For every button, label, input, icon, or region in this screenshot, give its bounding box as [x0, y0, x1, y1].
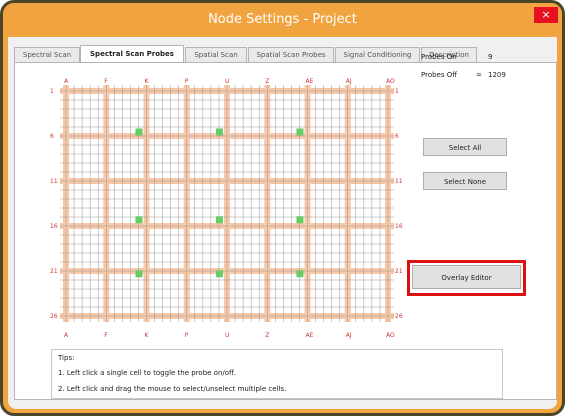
column-label-bottom: K	[145, 332, 150, 339]
tips-heading: Tips:	[58, 354, 75, 362]
column-label-top: P	[185, 78, 189, 85]
row-label-right: 6	[395, 133, 399, 140]
column-label-bottom: U	[225, 332, 229, 339]
row-label-left: 11	[50, 178, 58, 185]
select-all-button[interactable]: Select All	[423, 138, 507, 156]
overlay-editor-button[interactable]: Overlay Editor	[412, 265, 521, 289]
column-label-top: K	[145, 78, 150, 85]
column-label-bottom: AJ	[346, 332, 352, 339]
row-label-left: 26	[50, 313, 58, 320]
tips-line-1: 1. Left click a single cell to toggle th…	[58, 369, 237, 377]
row-label-left: 21	[50, 268, 58, 275]
probes-off-label: Probes Off	[421, 71, 458, 79]
column-label-top: AO	[386, 78, 395, 85]
row-label-right: 26	[395, 313, 403, 320]
column-label-bottom: A	[64, 332, 69, 339]
row-label-left: 16	[50, 223, 58, 230]
probe-on-cell	[296, 128, 304, 136]
probes-off-equals: =	[476, 71, 482, 79]
row-label-right: 1	[395, 88, 399, 95]
probe-on-cell	[215, 128, 223, 136]
probe-on-cell	[296, 216, 304, 224]
column-label-top: U	[225, 78, 229, 85]
row-label-right: 21	[395, 268, 403, 275]
probe-on-cell	[135, 216, 143, 224]
column-label-bottom: P	[185, 332, 189, 339]
dialog-window: Node Settings - Project × Spectral Scan …	[0, 0, 565, 416]
row-label-right: 16	[395, 223, 403, 230]
row-label-right: 11	[395, 178, 403, 185]
column-label-top: Z	[265, 78, 269, 85]
probe-on-cell	[135, 270, 143, 278]
column-label-bottom: F	[104, 332, 108, 339]
probes-on-value: 9	[488, 53, 493, 61]
column-label-top: AE	[306, 78, 314, 85]
tips-box: Tips: 1. Left click a single cell to tog…	[51, 349, 503, 399]
row-label-left: 1	[50, 88, 54, 95]
probe-on-cell	[296, 270, 304, 278]
tips-line-2: 2. Left click and drag the mouse to sele…	[58, 385, 287, 393]
column-label-top: F	[104, 78, 108, 85]
probes-on-label: Probes On	[421, 53, 457, 61]
probe-on-cell	[135, 128, 143, 136]
column-label-bottom: Z	[265, 332, 269, 339]
column-label-bottom: AO	[386, 332, 395, 339]
column-label-bottom: AE	[306, 332, 314, 339]
probe-on-cell	[215, 270, 223, 278]
select-none-button[interactable]: Select None	[423, 172, 507, 190]
column-label-top: A	[64, 78, 69, 85]
probes-off-value: 1209	[488, 71, 506, 79]
row-label-left: 6	[50, 133, 54, 140]
probe-on-cell	[215, 216, 223, 224]
column-label-top: AJ	[346, 78, 352, 85]
